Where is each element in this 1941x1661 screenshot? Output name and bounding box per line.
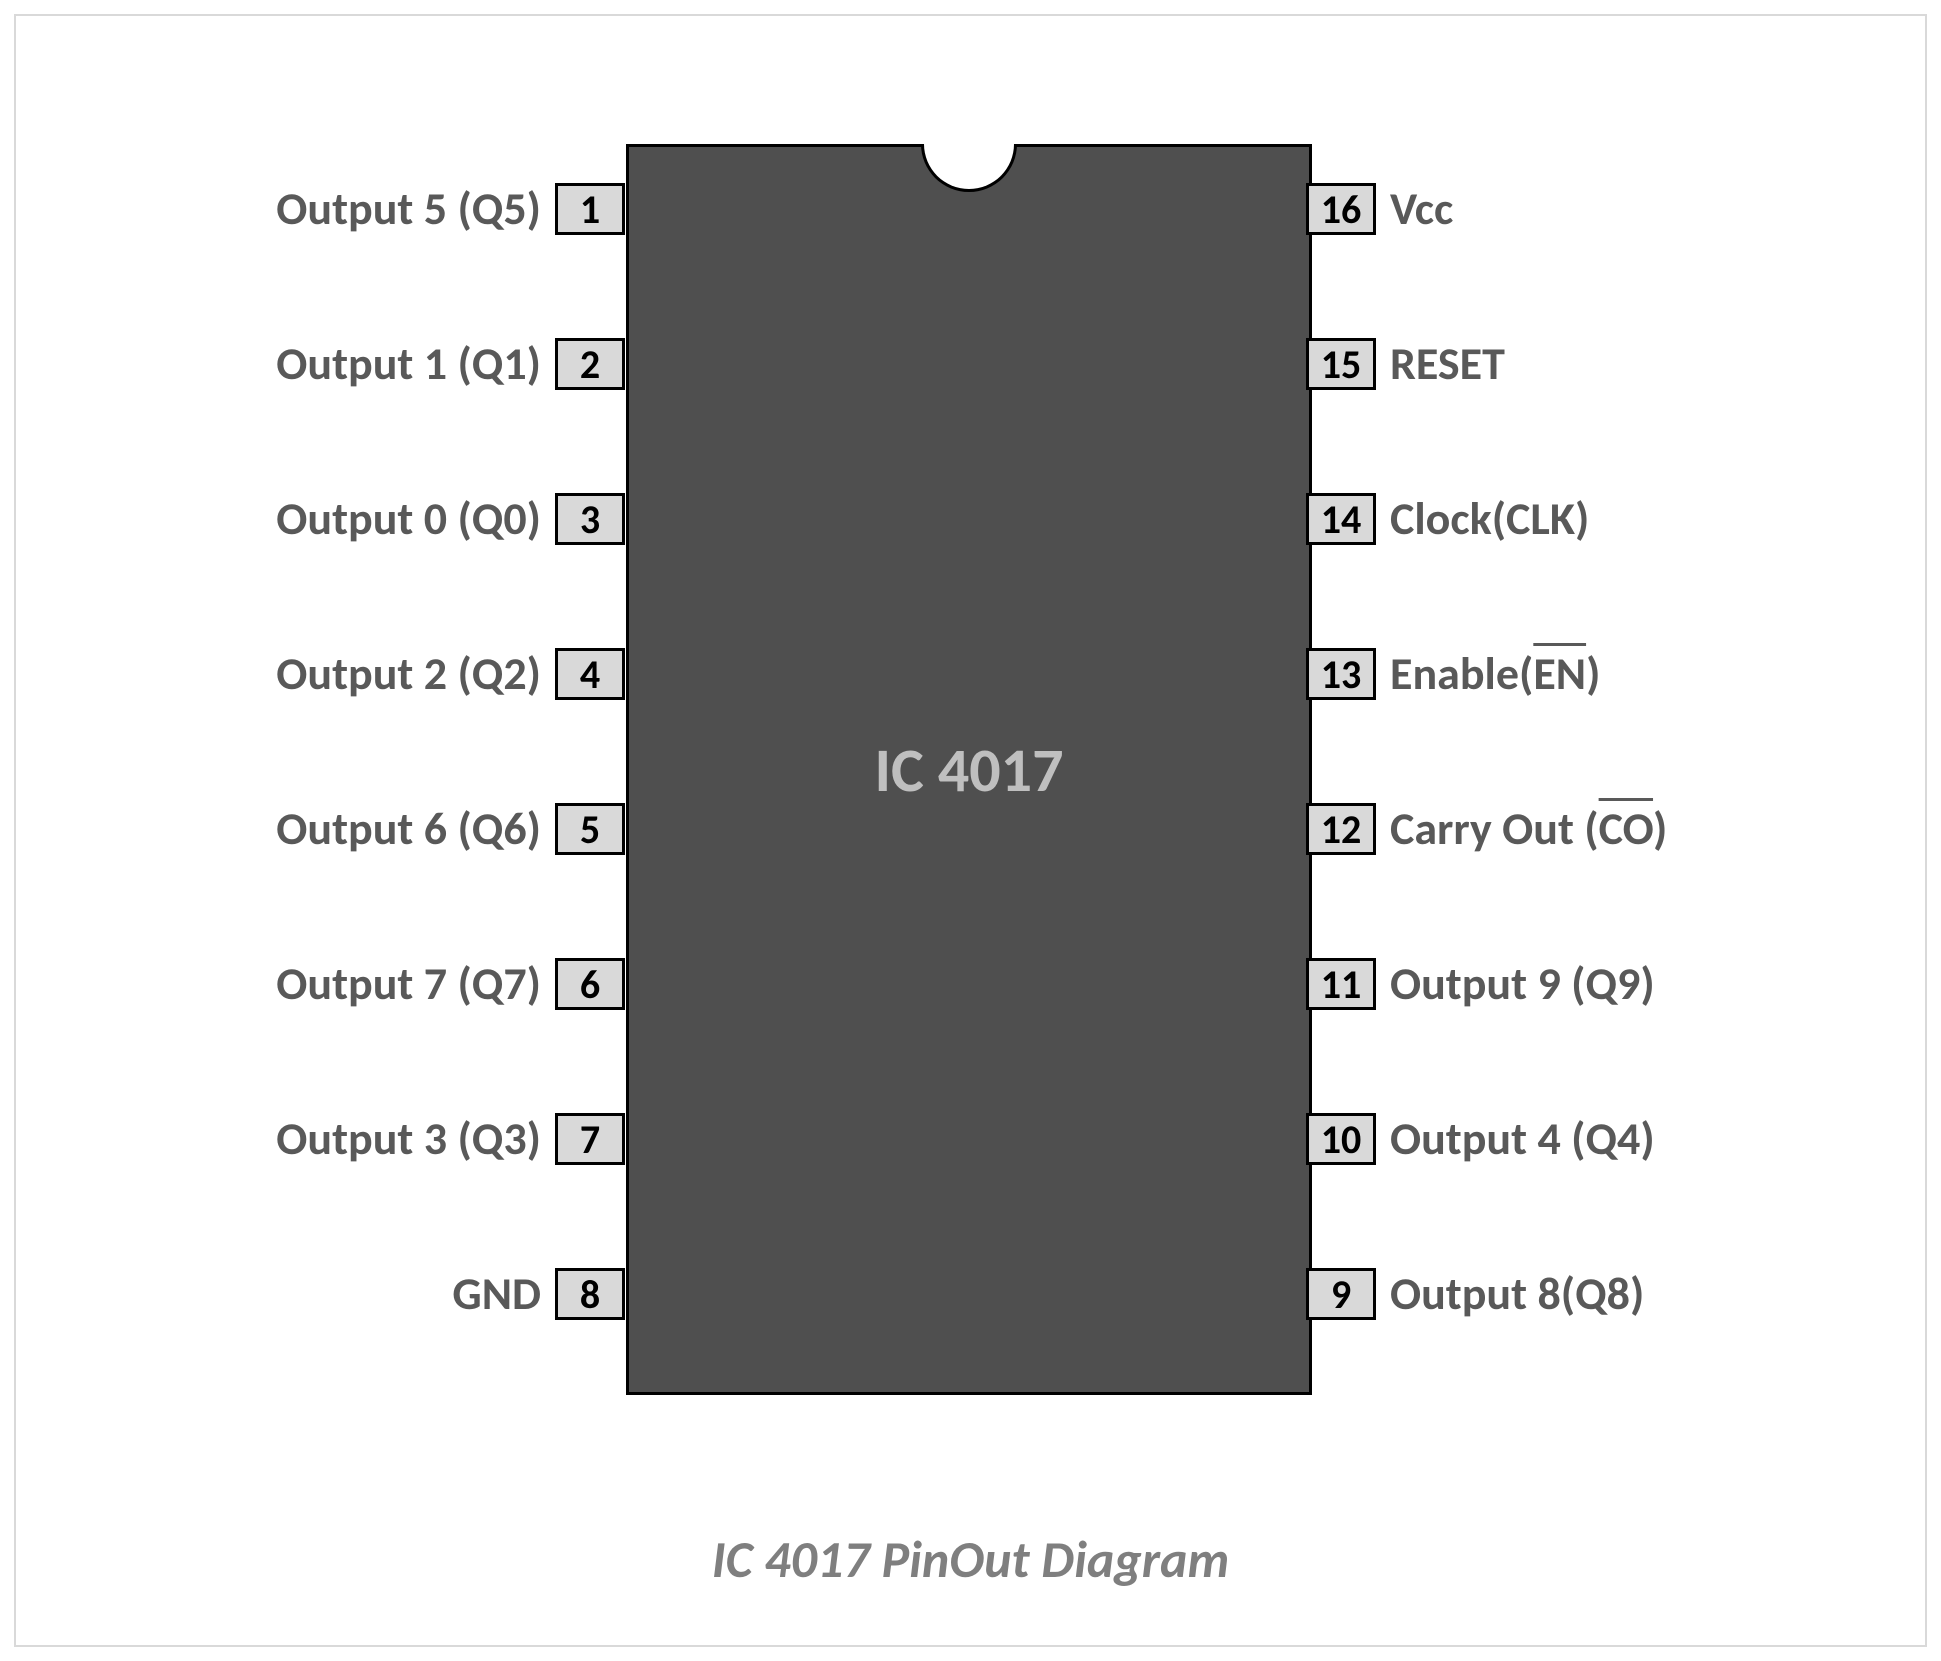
pin-3-number: 3 [555, 493, 625, 545]
pin-1-number: 1 [555, 183, 625, 235]
pin-2-label: Output 1 (Q1) [276, 336, 541, 392]
pin-7-label: Output 3 (Q3) [276, 1111, 541, 1167]
pin-10: 10 Output 4 (Q4) [1306, 1106, 1941, 1172]
chip-notch-icon [921, 144, 1017, 192]
pin-5-number: 5 [555, 803, 625, 855]
pin-13-number: 13 [1306, 648, 1376, 700]
pin-7: Output 3 (Q3) 7 [0, 1106, 625, 1172]
pin-13-label: Enable(EN) [1390, 646, 1600, 702]
pin-14: 14 Clock(CLK) [1306, 486, 1941, 552]
pin-12: 12 Carry Out (CO) [1306, 796, 1941, 862]
pin-15-label: RESET [1390, 336, 1505, 392]
pin-8-number: 8 [555, 1268, 625, 1320]
pin-6: Output 7 (Q7) 6 [0, 951, 625, 1017]
diagram-canvas: IC 4017 Output 5 (Q5) 1 Output 1 (Q1) 2 … [0, 0, 1941, 1661]
pin-10-number: 10 [1306, 1113, 1376, 1165]
pin-3: Output 0 (Q0) 3 [0, 486, 625, 552]
pin-14-number: 14 [1306, 493, 1376, 545]
pin-8: GND 8 [0, 1261, 625, 1327]
pin-4-label: Output 2 (Q2) [276, 646, 541, 702]
chip-name-label: IC 4017 [629, 732, 1309, 808]
pin-11-label: Output 9 (Q9) [1390, 956, 1655, 1012]
pin-12-label: Carry Out (CO) [1390, 801, 1667, 857]
pin-3-label: Output 0 (Q0) [276, 491, 541, 547]
pin-7-number: 7 [555, 1113, 625, 1165]
pin-11: 11 Output 9 (Q9) [1306, 951, 1941, 1017]
pin-16-number: 16 [1306, 183, 1376, 235]
pin-9-label: Output 8(Q8) [1390, 1266, 1644, 1322]
diagram-caption: IC 4017 PinOut Diagram [16, 1527, 1925, 1591]
pin-13: 13 Enable(EN) [1306, 641, 1941, 707]
pin-14-label: Clock(CLK) [1390, 491, 1589, 547]
pin-5: Output 6 (Q6) 5 [0, 796, 625, 862]
pin-15: 15 RESET [1306, 331, 1941, 397]
pin-6-number: 6 [555, 958, 625, 1010]
pin-2: Output 1 (Q1) 2 [0, 331, 625, 397]
diagram-panel: IC 4017 Output 5 (Q5) 1 Output 1 (Q1) 2 … [14, 14, 1927, 1647]
pin-11-number: 11 [1306, 958, 1376, 1010]
pin-15-number: 15 [1306, 338, 1376, 390]
pin-6-label: Output 7 (Q7) [276, 956, 541, 1012]
pin-1-label: Output 5 (Q5) [276, 181, 541, 237]
pin-9-number: 9 [1306, 1268, 1376, 1320]
pin-2-number: 2 [555, 338, 625, 390]
pin-16-label: Vcc [1390, 181, 1453, 237]
ic-chip-body: IC 4017 [626, 144, 1312, 1395]
pin-8-label: GND [452, 1266, 541, 1322]
pin-12-number: 12 [1306, 803, 1376, 855]
pin-9: 9 Output 8(Q8) [1306, 1261, 1941, 1327]
pin-5-label: Output 6 (Q6) [276, 801, 541, 857]
pin-4: Output 2 (Q2) 4 [0, 641, 625, 707]
pin-1: Output 5 (Q5) 1 [0, 176, 625, 242]
pin-10-label: Output 4 (Q4) [1390, 1111, 1655, 1167]
pin-4-number: 4 [555, 648, 625, 700]
pin-16: 16 Vcc [1306, 176, 1941, 242]
